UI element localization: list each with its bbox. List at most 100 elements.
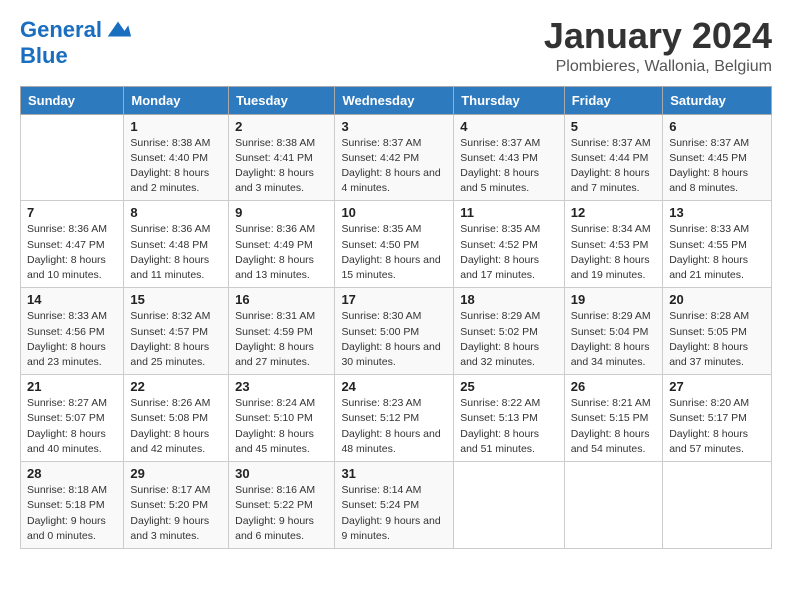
cell-info: Sunrise: 8:29 AMSunset: 5:02 PMDaylight:…	[460, 309, 557, 370]
title-area: January 2024 Plombieres, Wallonia, Belgi…	[544, 16, 772, 76]
calendar-cell: 13 Sunrise: 8:33 AMSunset: 4:55 PMDayligh…	[663, 201, 772, 288]
calendar-cell	[564, 462, 663, 549]
day-number: 10	[341, 205, 447, 220]
day-number: 14	[27, 292, 117, 307]
cell-info: Sunrise: 8:30 AMSunset: 5:00 PMDaylight:…	[341, 309, 447, 370]
day-number: 16	[235, 292, 328, 307]
cell-info: Sunrise: 8:33 AMSunset: 4:56 PMDaylight:…	[27, 309, 117, 370]
cell-info: Sunrise: 8:37 AMSunset: 4:42 PMDaylight:…	[341, 136, 447, 197]
calendar-cell: 14 Sunrise: 8:33 AMSunset: 4:56 PMDayligh…	[21, 288, 124, 375]
cell-info: Sunrise: 8:28 AMSunset: 5:05 PMDaylight:…	[669, 309, 765, 370]
cell-info: Sunrise: 8:36 AMSunset: 4:48 PMDaylight:…	[130, 222, 222, 283]
calendar-cell: 9 Sunrise: 8:36 AMSunset: 4:49 PMDaylight…	[229, 201, 335, 288]
week-row-2: 14 Sunrise: 8:33 AMSunset: 4:56 PMDayligh…	[21, 288, 772, 375]
cell-info: Sunrise: 8:31 AMSunset: 4:59 PMDaylight:…	[235, 309, 328, 370]
cell-info: Sunrise: 8:35 AMSunset: 4:52 PMDaylight:…	[460, 222, 557, 283]
day-number: 8	[130, 205, 222, 220]
cell-info: Sunrise: 8:21 AMSunset: 5:15 PMDaylight:…	[571, 396, 657, 457]
calendar-cell: 1Sunrise: 8:38 AMSunset: 4:40 PMDaylight…	[124, 114, 229, 201]
day-number: 21	[27, 379, 117, 394]
weekday-header-friday: Friday	[564, 86, 663, 114]
day-number: 11	[460, 205, 557, 220]
calendar-cell: 29Sunrise: 8:17 AMSunset: 5:20 PMDayligh…	[124, 462, 229, 549]
calendar-cell: 12 Sunrise: 8:34 AMSunset: 4:53 PMDayligh…	[564, 201, 663, 288]
cell-info: Sunrise: 8:34 AMSunset: 4:53 PMDaylight:…	[571, 222, 657, 283]
calendar-cell: 20 Sunrise: 8:28 AMSunset: 5:05 PMDayligh…	[663, 288, 772, 375]
day-number: 6	[669, 119, 765, 134]
week-row-4: 28 Sunrise: 8:18 AMSunset: 5:18 PMDayligh…	[21, 462, 772, 549]
day-number: 15	[130, 292, 222, 307]
day-number: 20	[669, 292, 765, 307]
cell-info: Sunrise: 8:38 AMSunset: 4:41 PMDaylight:…	[235, 136, 328, 197]
cell-info: Sunrise: 8:16 AMSunset: 5:22 PMDaylight:…	[235, 483, 328, 544]
header: General Blue January 2024 Plombieres, Wa…	[20, 16, 772, 76]
cell-info: Sunrise: 8:36 AMSunset: 4:49 PMDaylight:…	[235, 222, 328, 283]
cell-info: Sunrise: 8:32 AMSunset: 4:57 PMDaylight:…	[130, 309, 222, 370]
cell-info: Sunrise: 8:37 AMSunset: 4:43 PMDaylight:…	[460, 136, 557, 197]
calendar-cell: 2 Sunrise: 8:38 AMSunset: 4:41 PMDaylight…	[229, 114, 335, 201]
weekday-header-sunday: Sunday	[21, 86, 124, 114]
calendar-cell	[454, 462, 564, 549]
calendar-cell	[21, 114, 124, 201]
day-number: 9	[235, 205, 328, 220]
calendar-cell: 11 Sunrise: 8:35 AMSunset: 4:52 PMDayligh…	[454, 201, 564, 288]
cell-info: Sunrise: 8:35 AMSunset: 4:50 PMDaylight:…	[341, 222, 447, 283]
cell-info: Sunrise: 8:37 AMSunset: 4:45 PMDaylight:…	[669, 136, 765, 197]
calendar-cell: 23 Sunrise: 8:24 AMSunset: 5:10 PMDayligh…	[229, 375, 335, 462]
calendar-cell: 31Sunrise: 8:14 AMSunset: 5:24 PMDayligh…	[335, 462, 454, 549]
week-row-3: 21 Sunrise: 8:27 AMSunset: 5:07 PMDayligh…	[21, 375, 772, 462]
day-number: 1	[130, 119, 222, 134]
cell-info: Sunrise: 8:37 AMSunset: 4:44 PMDaylight:…	[571, 136, 657, 197]
calendar-table: SundayMondayTuesdayWednesdayThursdayFrid…	[20, 86, 772, 549]
cell-info: Sunrise: 8:36 AMSunset: 4:47 PMDaylight:…	[27, 222, 117, 283]
cell-info: Sunrise: 8:20 AMSunset: 5:17 PMDaylight:…	[669, 396, 765, 457]
cell-info: Sunrise: 8:18 AMSunset: 5:18 PMDaylight:…	[27, 483, 117, 544]
calendar-cell: 18 Sunrise: 8:29 AMSunset: 5:02 PMDayligh…	[454, 288, 564, 375]
logo-blue-text: Blue	[20, 44, 68, 68]
calendar-cell: 27 Sunrise: 8:20 AMSunset: 5:17 PMDayligh…	[663, 375, 772, 462]
calendar-cell: 24Sunrise: 8:23 AMSunset: 5:12 PMDayligh…	[335, 375, 454, 462]
calendar-cell: 15 Sunrise: 8:32 AMSunset: 4:57 PMDayligh…	[124, 288, 229, 375]
day-number: 13	[669, 205, 765, 220]
cell-info: Sunrise: 8:23 AMSunset: 5:12 PMDaylight:…	[341, 396, 447, 457]
day-number: 17	[341, 292, 447, 307]
calendar-cell: 5 Sunrise: 8:37 AMSunset: 4:44 PMDaylight…	[564, 114, 663, 201]
day-number: 5	[571, 119, 657, 134]
weekday-header-tuesday: Tuesday	[229, 86, 335, 114]
week-row-0: 1Sunrise: 8:38 AMSunset: 4:40 PMDaylight…	[21, 114, 772, 201]
week-row-1: 7Sunrise: 8:36 AMSunset: 4:47 PMDaylight…	[21, 201, 772, 288]
calendar-cell: 10 Sunrise: 8:35 AMSunset: 4:50 PMDayligh…	[335, 201, 454, 288]
cell-info: Sunrise: 8:27 AMSunset: 5:07 PMDaylight:…	[27, 396, 117, 457]
day-number: 12	[571, 205, 657, 220]
calendar-cell: 4 Sunrise: 8:37 AMSunset: 4:43 PMDaylight…	[454, 114, 564, 201]
logo-text: General	[20, 18, 102, 42]
calendar-cell: 3 Sunrise: 8:37 AMSunset: 4:42 PMDaylight…	[335, 114, 454, 201]
day-number: 26	[571, 379, 657, 394]
day-number: 25	[460, 379, 557, 394]
day-number: 31	[341, 466, 447, 481]
cell-info: Sunrise: 8:24 AMSunset: 5:10 PMDaylight:…	[235, 396, 328, 457]
calendar-cell: 21 Sunrise: 8:27 AMSunset: 5:07 PMDayligh…	[21, 375, 124, 462]
calendar-cell: 19 Sunrise: 8:29 AMSunset: 5:04 PMDayligh…	[564, 288, 663, 375]
logo-icon	[104, 16, 132, 44]
day-number: 28	[27, 466, 117, 481]
day-number: 3	[341, 119, 447, 134]
cell-info: Sunrise: 8:29 AMSunset: 5:04 PMDaylight:…	[571, 309, 657, 370]
day-number: 2	[235, 119, 328, 134]
calendar-cell: 17 Sunrise: 8:30 AMSunset: 5:00 PMDayligh…	[335, 288, 454, 375]
day-number: 4	[460, 119, 557, 134]
cell-info: Sunrise: 8:22 AMSunset: 5:13 PMDaylight:…	[460, 396, 557, 457]
day-number: 19	[571, 292, 657, 307]
day-number: 18	[460, 292, 557, 307]
cell-info: Sunrise: 8:33 AMSunset: 4:55 PMDaylight:…	[669, 222, 765, 283]
calendar-cell: 16 Sunrise: 8:31 AMSunset: 4:59 PMDayligh…	[229, 288, 335, 375]
calendar-cell: 28 Sunrise: 8:18 AMSunset: 5:18 PMDayligh…	[21, 462, 124, 549]
day-number: 23	[235, 379, 328, 394]
weekday-header-saturday: Saturday	[663, 86, 772, 114]
day-number: 30	[235, 466, 328, 481]
day-number: 27	[669, 379, 765, 394]
calendar-cell: 25 Sunrise: 8:22 AMSunset: 5:13 PMDayligh…	[454, 375, 564, 462]
weekday-header-wednesday: Wednesday	[335, 86, 454, 114]
calendar-cell: 8 Sunrise: 8:36 AMSunset: 4:48 PMDaylight…	[124, 201, 229, 288]
calendar-subtitle: Plombieres, Wallonia, Belgium	[544, 58, 772, 76]
